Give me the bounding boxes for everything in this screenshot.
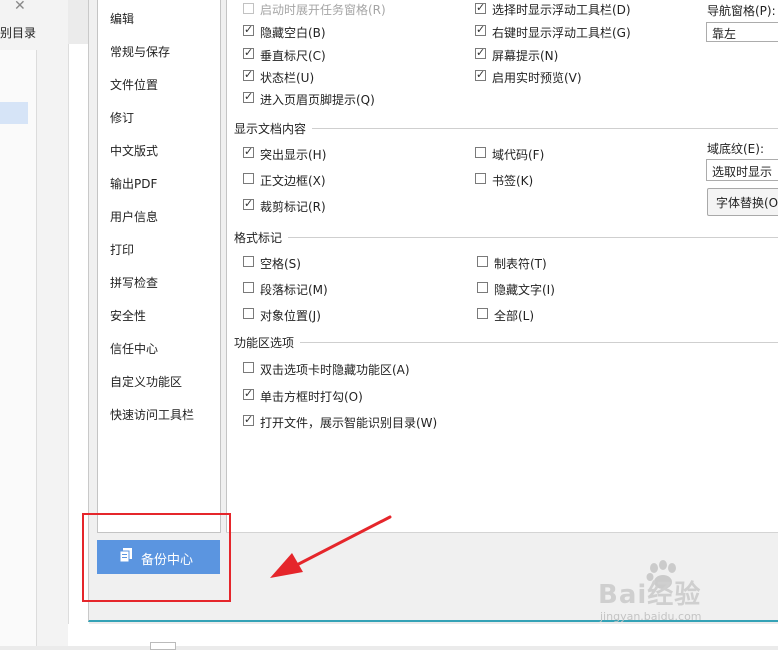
float-toolbar-select-label: 选择时显示浮动工具栏(D) [492,3,631,17]
background-panel-title: 别目录 [0,26,37,40]
live-preview-checkbox[interactable] [475,68,486,81]
tab-characters-checkbox[interactable] [477,256,488,267]
nav-item-file-location[interactable]: 文件位置 [110,76,158,93]
nav-item-revision[interactable]: 修订 [110,109,134,126]
show-all-checkbox[interactable] [477,308,488,319]
text-boundary-checkbox[interactable] [243,173,254,184]
paragraph-marks-checkbox[interactable] [243,282,254,293]
spaces-label: 空格(S) [260,257,301,271]
float-toolbar-select-checkbox[interactable] [475,1,486,14]
nav-item-export-pdf[interactable]: 输出PDF [110,175,157,192]
crop-marks-checkbox[interactable] [243,197,254,210]
task-pane-label: 启动时展开任务窗格(R) [260,3,386,17]
nav-pane-label: 导航窗格(P): [707,4,776,18]
nav-item-edit[interactable]: 编辑 [110,10,134,27]
section-divider [234,237,778,238]
hide-whitespace-label: 隐藏空白(B) [260,26,326,40]
bookmarks-checkbox[interactable] [475,173,486,184]
click-box-check-label: 单击方框时打勾(O) [260,390,363,404]
highlight-annotation-box [82,513,231,602]
vertical-ruler-label: 垂直标尺(C) [260,49,326,63]
object-anchors-checkbox[interactable] [243,308,254,319]
live-preview-label: 启用实时预览(V) [492,71,582,85]
spaces-checkbox[interactable] [243,256,254,267]
hidden-text-label: 隐藏文字(I) [494,283,555,297]
crop-marks-label: 裁剪标记(R) [260,200,326,214]
nav-item-user-info[interactable]: 用户信息 [110,208,158,225]
header-footer-hint-label: 进入页眉页脚提示(Q) [260,93,375,107]
highlight-checkbox[interactable] [243,145,254,158]
paragraph-marks-label: 段落标记(M) [260,283,328,297]
status-bar-label: 状态栏(U) [260,71,315,85]
hide-ribbon-double-click-label: 双击选项卡时隐藏功能区(A) [260,363,410,377]
field-shading-label: 域底纹(E): [707,142,764,156]
watermark-url: jingyan.baidu.com [600,610,702,623]
hidden-text-checkbox[interactable] [477,282,488,293]
hide-ribbon-double-click-checkbox[interactable] [243,362,254,373]
nav-item-spell-check[interactable]: 拼写检查 [110,274,158,291]
text-boundary-label: 正文边框(X) [260,174,326,188]
screen-tips-label: 屏幕提示(N) [492,49,559,63]
hide-whitespace-checkbox[interactable] [243,23,254,36]
section-title-ribbon-options: 功能区选项 [234,334,301,351]
click-box-check-checkbox[interactable] [243,387,254,400]
background-selected-item [0,102,28,124]
show-all-label: 全部(L) [494,309,535,323]
vertical-ruler-checkbox[interactable] [243,46,254,59]
background-status-control[interactable] [150,642,176,650]
arrow-annotation-icon [270,515,392,578]
options-nav-list: 编辑 常规与保存 文件位置 修订 中文版式 输出PDF 用户信息 打印 拼写检查… [97,0,221,533]
header-footer-hint-checkbox[interactable] [243,90,254,103]
section-title-display-content: 显示文档内容 [234,120,313,137]
field-codes-checkbox[interactable] [475,147,486,158]
float-toolbar-right-click-label: 右键时显示浮动工具栏(G) [492,26,631,40]
nav-item-security[interactable]: 安全性 [110,307,146,324]
background-side-panel [0,50,37,646]
task-pane-checkbox[interactable] [243,3,254,14]
section-title-format-marks: 格式标记 [234,229,289,246]
status-bar-checkbox[interactable] [243,68,254,81]
tab-characters-label: 制表符(T) [494,257,547,271]
nav-pane-select[interactable]: 靠左 [706,22,778,42]
section-divider [234,342,778,343]
nav-item-trust-center[interactable]: 信任中心 [110,340,158,357]
nav-item-quick-access-toolbar[interactable]: 快速访问工具栏 [110,406,194,423]
screen-tips-checkbox[interactable] [475,46,486,59]
close-icon[interactable]: ✕ [14,0,30,14]
font-replace-button[interactable]: 字体替换(O [707,188,778,216]
field-shading-select[interactable]: 选取时显示 [706,159,778,181]
section-divider [234,128,778,129]
nav-item-chinese-layout[interactable]: 中文版式 [110,142,158,159]
smart-toc-checkbox[interactable] [243,413,254,426]
float-toolbar-right-click-checkbox[interactable] [475,23,486,36]
highlight-label: 突出显示(H) [260,148,327,162]
smart-toc-label: 打开文件，展示智能识别目录(W) [260,416,438,430]
field-codes-label: 域代码(F) [492,148,545,162]
nav-item-customize-ribbon[interactable]: 自定义功能区 [110,373,182,390]
object-anchors-label: 对象位置(J) [260,309,321,323]
nav-item-general-save[interactable]: 常规与保存 [110,43,170,60]
watermark-brand: Bai经验 [598,580,702,610]
nav-item-print[interactable]: 打印 [110,241,134,258]
watermark: Bai经验 jingyan.baidu.com [596,560,778,630]
bookmarks-label: 书签(K) [492,174,534,188]
